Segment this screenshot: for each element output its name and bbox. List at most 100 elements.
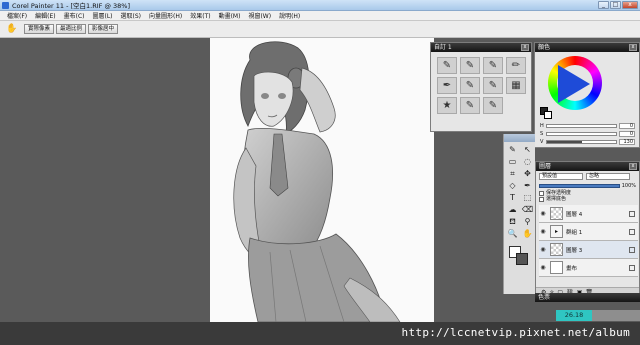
layer-row[interactable]: ◉ 圖層 3 <box>539 241 638 259</box>
additional-color-swatch[interactable] <box>516 253 528 265</box>
opacity-value[interactable]: 100% <box>620 183 636 189</box>
pen-icon[interactable]: ✒ <box>437 77 457 94</box>
value-slider[interactable] <box>546 140 617 144</box>
sponge-icon[interactable]: ▦ <box>506 77 526 94</box>
brush-grid: ✎ ✎ ✎ ✏ ✒ ✎ ✎ ▦ ★ ✎ ✎ <box>431 52 531 119</box>
menu-layers[interactable]: 圖層(L) <box>89 11 117 20</box>
menu-canvas[interactable]: 畫布(C) <box>60 11 89 20</box>
shape-icon[interactable]: ◇ <box>506 181 519 191</box>
actual-pixels-button[interactable]: 實際像素 <box>24 24 55 34</box>
move-icon[interactable]: ✥ <box>521 169 534 179</box>
hue-value[interactable]: 0 <box>619 123 635 129</box>
airbrush-icon[interactable]: ✎ <box>460 77 480 94</box>
brush-variant-1-icon[interactable]: ✎ <box>437 57 457 74</box>
fit-on-screen-button[interactable]: 最適比例 <box>56 24 87 34</box>
title-bar: Corel Painter 11 - [空白1.RIF @ 38%] _ □ x <box>0 0 640 11</box>
saturation-slider-row: S 0 <box>540 131 635 137</box>
close-icon[interactable]: x <box>629 44 637 51</box>
pick-up-color-checkbox[interactable] <box>539 196 544 202</box>
crop-icon[interactable]: ⌗ <box>506 169 519 179</box>
paint-bucket-icon[interactable]: ⛾ <box>506 217 519 227</box>
custom-palette-header[interactable]: 自訂 1 x <box>431 43 531 52</box>
lock-icon[interactable] <box>629 264 635 271</box>
menu-shapes[interactable]: 向量圖形(H) <box>145 11 186 20</box>
custom-palette-title: 自訂 1 <box>434 44 452 51</box>
grabber-icon[interactable]: ✋ <box>521 229 534 239</box>
layer-row[interactable]: ◉ ▸ 群組 1 <box>539 223 638 241</box>
menu-effects[interactable]: 效果(T) <box>186 11 214 20</box>
lock-icon[interactable] <box>629 210 635 217</box>
value-value[interactable]: 130 <box>619 139 635 145</box>
colors-panel: 顏色 x H 0 S 0 V 130 <box>534 42 640 148</box>
saturation-value[interactable]: 0 <box>619 131 635 137</box>
layer-name: 群組 1 <box>566 229 583 236</box>
toolbox-header[interactable] <box>504 134 535 142</box>
lasso-icon[interactable]: ◌ <box>521 157 534 167</box>
minimize-button[interactable]: _ <box>598 1 609 9</box>
preserve-transparency-checkbox[interactable] <box>539 190 544 196</box>
menu-select[interactable]: 選取(S) <box>117 11 146 20</box>
layer-thumbnail <box>550 243 563 256</box>
eraser-icon[interactable]: ✎ <box>483 97 503 114</box>
pencil-icon[interactable]: ✏ <box>506 57 526 74</box>
eye-icon[interactable]: ◉ <box>539 228 547 235</box>
layer-row[interactable]: ◉ 畫布 <box>539 259 638 277</box>
eye-icon[interactable]: ◉ <box>539 246 547 253</box>
eye-icon[interactable]: ◉ <box>539 264 547 271</box>
maximize-button[interactable]: □ <box>610 1 621 9</box>
menu-window[interactable]: 視窗(W) <box>244 11 275 20</box>
saturation-value-triangle[interactable] <box>558 65 590 103</box>
arrow-tool-icon[interactable]: ↖ <box>521 145 534 155</box>
shape-select-icon[interactable]: ⬚ <box>521 193 534 203</box>
pick-up-color-label: 選擇底色 <box>546 196 567 202</box>
color-set-header[interactable]: 色票 <box>535 293 640 302</box>
menu-movie[interactable]: 動畫(M) <box>215 11 245 20</box>
close-icon[interactable]: x <box>629 163 637 170</box>
layers-panel-header[interactable]: 圖層 x <box>536 162 639 171</box>
close-button[interactable]: x <box>622 1 638 9</box>
pen-tool-icon[interactable]: ✒ <box>521 181 534 191</box>
layer-row[interactable]: ◉ 圖層 4 <box>539 205 638 223</box>
eraser-tool-icon[interactable]: ⌫ <box>521 205 534 215</box>
center-image-button[interactable]: 影像居中 <box>88 24 119 34</box>
layer-controls: 預設值 忽略 100% 保存透明度 選擇底色 <box>536 171 639 204</box>
window-title: Corel Painter 11 - [空白1.RIF @ 38%] <box>12 2 131 10</box>
hue-slider[interactable] <box>546 124 617 128</box>
workspace <box>0 38 503 322</box>
layers-panel-title: 圖層 <box>539 163 552 170</box>
rect-select-icon[interactable]: ▭ <box>506 157 519 167</box>
group-thumbnail: ▸ <box>550 225 563 238</box>
saturation-slider[interactable] <box>546 132 617 136</box>
menu-edit[interactable]: 編輯(E) <box>31 11 59 20</box>
eyedropper-icon[interactable]: ⚲ <box>521 217 534 227</box>
text-tool-icon[interactable]: T <box>506 193 519 203</box>
hue-slider-row: H 0 <box>540 123 635 129</box>
lock-icon[interactable] <box>629 246 635 253</box>
tool-grid: ✎ ↖ ▭ ◌ ⌗ ✥ ◇ ✒ T ⬚ ☁ ⌫ ⛾ ⚲ 🔍 ✋ <box>504 142 535 242</box>
marker-icon[interactable]: ✎ <box>483 77 503 94</box>
blender-icon[interactable]: ✎ <box>460 97 480 114</box>
brush-variant-2-icon[interactable]: ✎ <box>460 57 480 74</box>
magnifier-icon[interactable]: 🔍 <box>506 229 519 239</box>
window-controls: _ □ x <box>598 1 638 9</box>
layer-list: ◉ 圖層 4 ◉ ▸ 群組 1 ◉ 圖層 3 ◉ 畫布 <box>539 205 638 277</box>
opacity-slider[interactable] <box>539 183 620 188</box>
eye-icon[interactable]: ◉ <box>539 210 547 217</box>
brush-tool-icon[interactable]: ✎ <box>506 145 519 155</box>
menu-help[interactable]: 說明(H) <box>275 11 304 20</box>
menu-file[interactable]: 檔案(F) <box>3 11 31 20</box>
composite-method-select[interactable]: 預設值 <box>539 173 583 180</box>
lock-icon[interactable] <box>629 228 635 235</box>
additional-color-swatch[interactable] <box>544 111 552 119</box>
blender-tool-icon[interactable]: ☁ <box>506 205 519 215</box>
document-canvas[interactable] <box>210 38 434 322</box>
layer-name: 圖層 4 <box>566 211 583 218</box>
sketch-illustration <box>233 41 401 322</box>
toolbox: ✎ ↖ ▭ ◌ ⌗ ✥ ◇ ✒ T ⬚ ☁ ⌫ ⛾ ⚲ 🔍 ✋ <box>503 134 535 294</box>
watermark-url: http://lccnetvip.pixnet.net/album <box>401 326 630 339</box>
colors-panel-header[interactable]: 顏色 x <box>535 43 639 52</box>
sparkle-icon[interactable]: ★ <box>437 97 457 114</box>
composite-depth-select[interactable]: 忽略 <box>586 173 630 180</box>
brush-variant-3-icon[interactable]: ✎ <box>483 57 503 74</box>
close-icon[interactable]: x <box>521 44 529 51</box>
